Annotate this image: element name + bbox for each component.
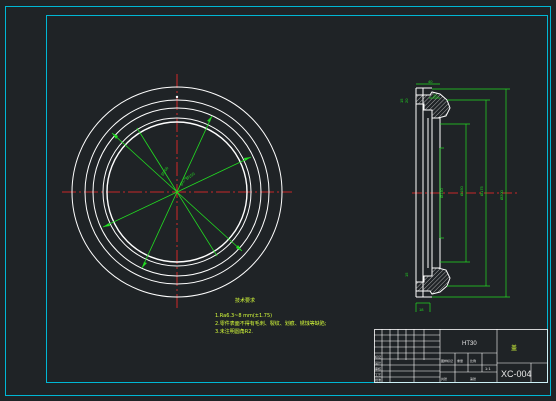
scale-label: 1:1 xyxy=(485,366,491,371)
svg-text:批准: 批准 xyxy=(375,377,381,382)
svg-text:比例: 比例 xyxy=(470,358,476,363)
section-outline xyxy=(415,87,441,298)
svg-text:18: 18 xyxy=(419,307,424,312)
svg-text:40: 40 xyxy=(428,79,433,84)
title-block: 标记 设计 审核 工艺 批准 图样标记 重量 比例 共张 第张 HT30 盖 1… xyxy=(374,329,548,383)
svg-text:重量: 重量 xyxy=(457,358,463,363)
svg-text:15: 15 xyxy=(404,272,409,277)
drawing-canvas: Ø200 Ø170 Ø150 40 20 18 15 20 15 Ø200 Ø1… xyxy=(5,6,551,396)
notes-heading: 技术要求 xyxy=(235,297,255,304)
svg-text:共张: 共张 xyxy=(441,376,447,381)
outer-border xyxy=(5,6,551,396)
svg-text:审核: 审核 xyxy=(375,366,381,371)
note-line-1: 1.Ra6.3~8 mm(±1.75) xyxy=(215,313,272,319)
svg-text:标记: 标记 xyxy=(375,354,381,359)
note-line-2: 2.零件表面不得有毛刺、裂纹、划痕、锈蚀等缺陷; xyxy=(215,320,327,327)
section-view: 40 20 18 15 20 15 Ø200 Ø175 Ø150 Ø140 xyxy=(399,79,520,312)
material-label: HT30 xyxy=(462,341,477,347)
svg-text:第张: 第张 xyxy=(470,376,476,381)
inner-border xyxy=(46,15,548,383)
section-dimension-labels: 40 20 18 15 20 15 Ø200 Ø175 Ø150 Ø140 xyxy=(399,79,504,312)
svg-text:20: 20 xyxy=(433,93,438,98)
svg-text:工艺: 工艺 xyxy=(375,372,381,377)
note-line-3: 3.未注明圆角R2. xyxy=(215,328,253,335)
reference-point xyxy=(175,95,179,99)
cad-drawing-viewport[interactable]: Ø200 Ø170 Ø150 40 20 18 15 20 15 Ø200 Ø1… xyxy=(0,0,556,401)
drawing-number-label: XC-004 xyxy=(501,369,532,379)
part-name-label: 盖 xyxy=(511,344,517,352)
technical-notes: 技术要求 1.Ra6.3~8 mm(±1.75) 2.零件表面不得有毛刺、裂纹、… xyxy=(215,297,327,335)
svg-text:Ø150: Ø150 xyxy=(459,185,464,196)
svg-text:设计: 设计 xyxy=(375,360,381,365)
svg-text:Ø175: Ø175 xyxy=(479,185,484,196)
svg-text:Ø140: Ø140 xyxy=(439,187,444,198)
svg-text:Ø200: Ø200 xyxy=(499,189,504,200)
svg-text:图样标记: 图样标记 xyxy=(441,358,453,363)
front-view: Ø200 Ø170 Ø150 xyxy=(62,74,292,308)
section-hatch-bottom xyxy=(415,267,451,295)
svg-text:20: 20 xyxy=(404,98,409,103)
